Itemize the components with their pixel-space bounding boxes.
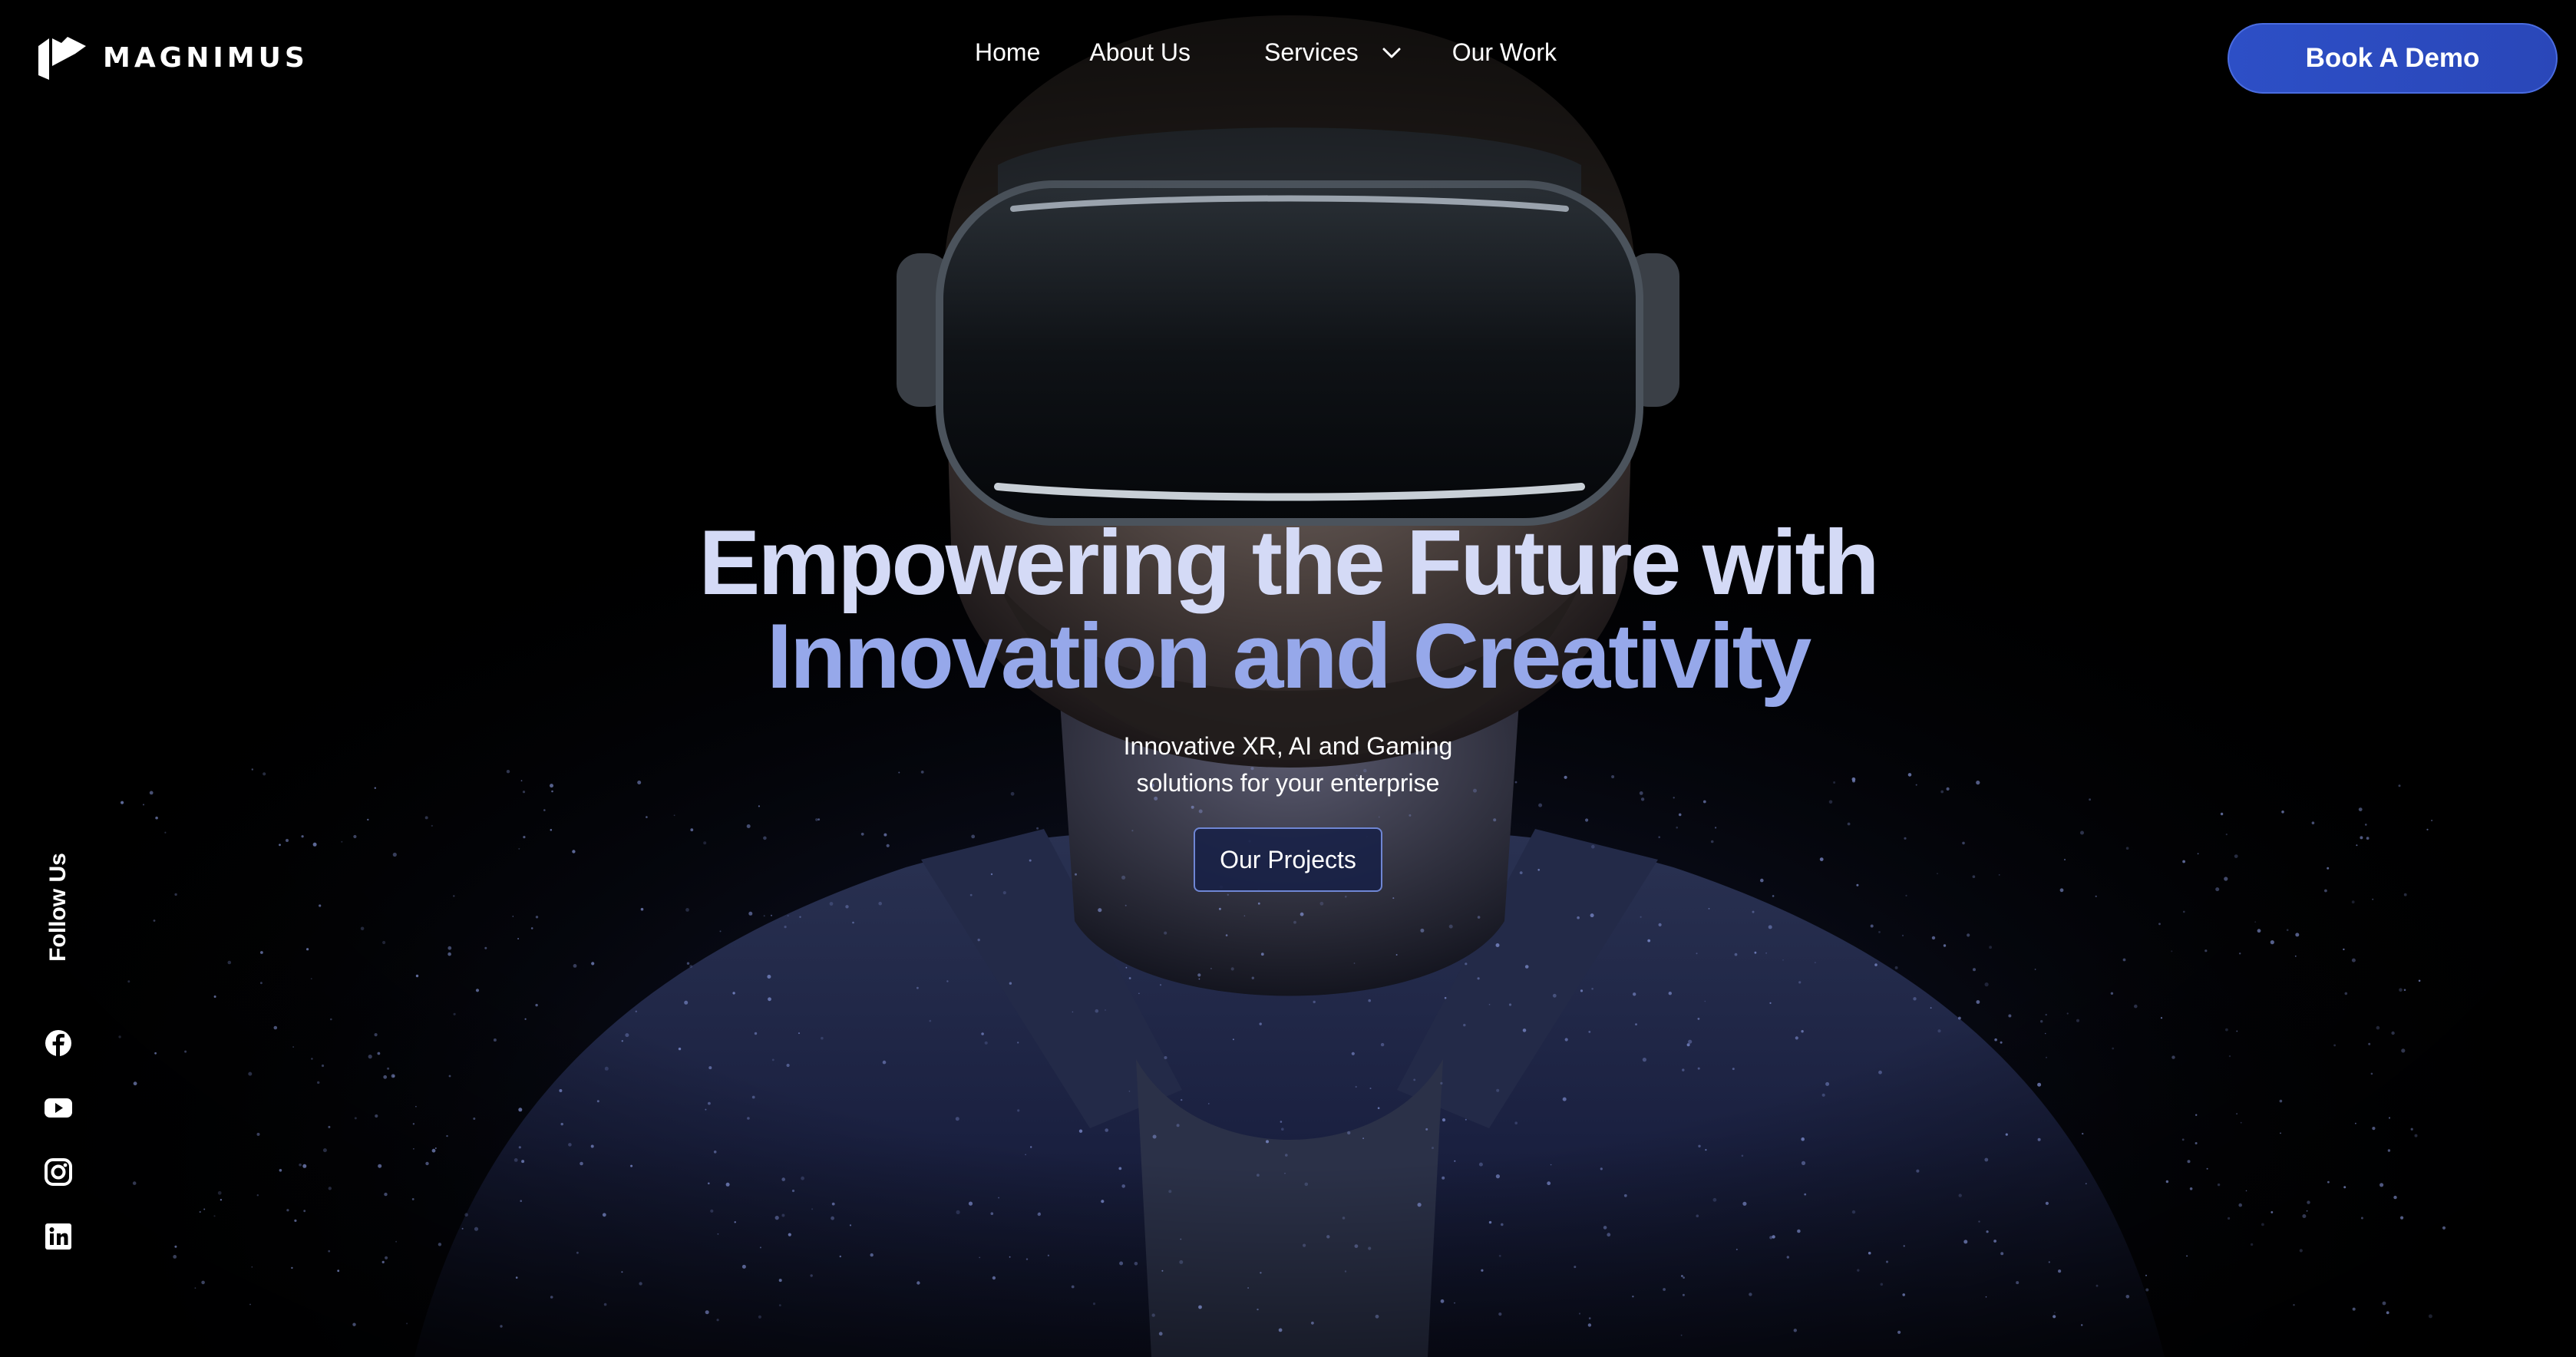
brand-name: MAGNIMUS: [103, 41, 309, 74]
nav-about-us[interactable]: About Us: [1089, 38, 1191, 67]
book-demo-button[interactable]: Book A Demo: [2228, 23, 2558, 94]
follow-us-label: Follow Us: [45, 853, 71, 962]
magnimus-logo-icon: [38, 37, 86, 80]
instagram-link[interactable]: [44, 1157, 73, 1187]
page: MAGNIMUS Home About Us Services Our Work…: [0, 0, 2576, 1357]
facebook-link[interactable]: [44, 1028, 73, 1058]
brand-logo[interactable]: MAGNIMUS: [37, 35, 309, 80]
headline-line-2: Innovation and Creativity: [766, 605, 1812, 708]
headline-line-1: Empowering the Future with: [698, 511, 1879, 614]
hero-subtitle: Innovative XR, AI and Gaming solutions f…: [1058, 728, 1518, 801]
instagram-icon: [45, 1158, 72, 1186]
linkedin-icon: [45, 1223, 71, 1250]
our-projects-button[interactable]: Our Projects: [1194, 827, 1382, 892]
subtitle-line-1: Innovative XR, AI and Gaming: [1123, 732, 1453, 760]
main-nav: Home About Us Services Our Work: [975, 38, 1557, 67]
subtitle-line-2: solutions for your enterprise: [1136, 769, 1440, 797]
linkedin-link[interactable]: [44, 1222, 73, 1251]
nav-home[interactable]: Home: [975, 38, 1040, 67]
hero-section: Empowering the Future with Innovation an…: [0, 516, 2576, 892]
chevron-down-icon: [1382, 48, 1401, 58]
nav-services[interactable]: Services: [1264, 38, 1402, 67]
nav-services-label: Services: [1263, 38, 1359, 66]
youtube-link[interactable]: [44, 1093, 73, 1122]
nav-our-work[interactable]: Our Work: [1452, 38, 1557, 67]
youtube-icon: [45, 1098, 72, 1118]
facebook-icon: [45, 1030, 71, 1056]
hero-headline: Empowering the Future with Innovation an…: [0, 516, 2576, 703]
